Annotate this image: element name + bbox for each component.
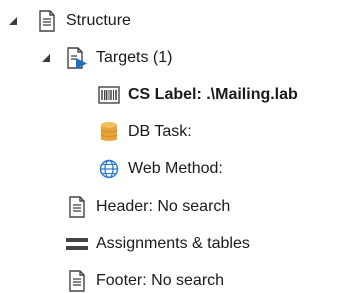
tree-node-targets[interactable]: Targets (1) <box>66 46 172 70</box>
tree-node-label: Assignments & tables <box>96 235 250 252</box>
barcode-icon <box>98 83 120 107</box>
targets-expander-triangle[interactable] <box>39 51 53 65</box>
tree-node-web-method[interactable]: Web Method: <box>98 157 223 181</box>
tree-node-header[interactable]: Header: No search <box>66 195 230 219</box>
structure-tree: Structure Targets (1) CS Label: .\Mailin… <box>0 0 347 292</box>
document-play-icon <box>66 46 88 70</box>
document-icon <box>36 9 58 33</box>
document-icon <box>66 195 88 219</box>
tree-node-structure[interactable]: Structure <box>36 9 131 33</box>
lines-icon <box>66 232 88 256</box>
database-icon <box>98 120 120 144</box>
expanded-triangle-icon <box>9 17 17 25</box>
tree-node-label: CS Label: .\Mailing.lab <box>128 86 298 103</box>
tree-node-footer[interactable]: Footer: No search <box>66 269 224 293</box>
tree-node-label: Structure <box>66 12 131 29</box>
globe-icon <box>98 157 120 181</box>
tree-node-label: Footer: No search <box>96 272 225 289</box>
tree-node-assignments[interactable]: Assignments & tables <box>66 232 250 256</box>
tree-node-label: DB Task: <box>128 123 192 140</box>
document-icon <box>66 269 88 293</box>
tree-node-label: Targets (1) <box>96 49 173 66</box>
structure-expander-triangle[interactable] <box>6 14 20 28</box>
tree-node-label: Header: No search <box>96 198 231 215</box>
tree-node-label: Web Method: <box>128 160 223 177</box>
expanded-triangle-icon <box>42 54 50 62</box>
tree-node-db-task[interactable]: DB Task: <box>98 120 192 144</box>
tree-node-cs-label[interactable]: CS Label: .\Mailing.lab <box>98 83 298 107</box>
